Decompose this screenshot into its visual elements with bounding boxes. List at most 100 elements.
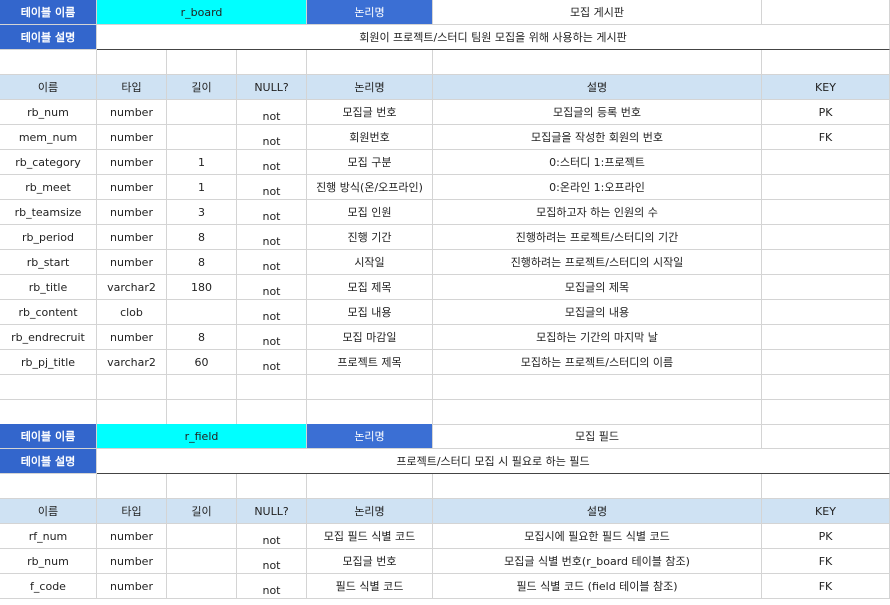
cell-desc[interactable]: 모집글의 내용 (433, 300, 762, 325)
cell-null[interactable]: not (237, 250, 307, 275)
cell-name[interactable]: rb_num (0, 549, 97, 574)
cell-logical[interactable]: 회원번호 (307, 125, 433, 150)
cell-type[interactable]: number (97, 175, 167, 200)
cell-length[interactable] (167, 549, 237, 574)
cell-name[interactable]: rb_start (0, 250, 97, 275)
logical-name-value[interactable]: 모집 게시판 (433, 0, 762, 25)
cell-null[interactable]: not (237, 150, 307, 175)
cell-length[interactable] (167, 300, 237, 325)
cell-type[interactable]: number (97, 125, 167, 150)
cell-length[interactable] (167, 125, 237, 150)
cell-type[interactable]: number (97, 574, 167, 599)
cell-logical[interactable]: 모집글 번호 (307, 549, 433, 574)
cell-null[interactable]: not (237, 524, 307, 549)
cell-desc[interactable]: 모집글의 제목 (433, 275, 762, 300)
cell-type[interactable]: number (97, 325, 167, 350)
cell-key[interactable] (762, 300, 890, 325)
cell-name[interactable]: rb_category (0, 150, 97, 175)
cell-type[interactable]: number (97, 100, 167, 125)
cell-name[interactable]: rb_teamsize (0, 200, 97, 225)
cell-null[interactable]: not (237, 275, 307, 300)
cell-name[interactable]: rb_endrecruit (0, 325, 97, 350)
cell-length[interactable]: 8 (167, 325, 237, 350)
cell-logical[interactable]: 진행 기간 (307, 225, 433, 250)
cell-key[interactable] (762, 200, 890, 225)
empty-cell[interactable] (762, 0, 890, 25)
cell-desc[interactable]: 모집하는 기간의 마지막 날 (433, 325, 762, 350)
cell-desc[interactable]: 모집글을 작성한 회원의 번호 (433, 125, 762, 150)
cell-logical[interactable]: 필드 식별 코드 (307, 574, 433, 599)
cell-name[interactable]: rb_content (0, 300, 97, 325)
table-desc-value[interactable]: 회원이 프로젝트/스터디 팀원 모집을 위해 사용하는 게시판 (97, 25, 890, 50)
cell-length[interactable] (167, 574, 237, 599)
cell-length[interactable] (167, 524, 237, 549)
cell-desc[interactable]: 모집하는 프로젝트/스터디의 이름 (433, 350, 762, 375)
cell-length[interactable]: 8 (167, 250, 237, 275)
cell-desc[interactable]: 진행하려는 프로젝트/스터디의 시작일 (433, 250, 762, 275)
cell-name[interactable]: rb_pj_title (0, 350, 97, 375)
cell-logical[interactable]: 모집 내용 (307, 300, 433, 325)
cell-key[interactable] (762, 175, 890, 200)
cell-null[interactable]: not (237, 225, 307, 250)
cell-type[interactable]: clob (97, 300, 167, 325)
cell-type[interactable]: varchar2 (97, 350, 167, 375)
cell-type[interactable]: number (97, 225, 167, 250)
cell-type[interactable]: varchar2 (97, 275, 167, 300)
cell-name[interactable]: rb_num (0, 100, 97, 125)
cell-null[interactable]: not (237, 100, 307, 125)
cell-key[interactable]: PK (762, 100, 890, 125)
cell-logical[interactable]: 모집글 번호 (307, 100, 433, 125)
cell-key[interactable] (762, 225, 890, 250)
cell-name[interactable]: f_code (0, 574, 97, 599)
cell-name[interactable]: rb_meet (0, 175, 97, 200)
cell-null[interactable]: not (237, 549, 307, 574)
cell-type[interactable]: number (97, 250, 167, 275)
cell-type[interactable]: number (97, 549, 167, 574)
cell-length[interactable]: 180 (167, 275, 237, 300)
cell-type[interactable]: number (97, 200, 167, 225)
cell-length[interactable]: 8 (167, 225, 237, 250)
cell-logical[interactable]: 모집 제목 (307, 275, 433, 300)
cell-desc[interactable]: 진행하려는 프로젝트/스터디의 기간 (433, 225, 762, 250)
cell-null[interactable]: not (237, 175, 307, 200)
cell-logical[interactable]: 진행 방식(온/오프라인) (307, 175, 433, 200)
cell-key[interactable] (762, 325, 890, 350)
cell-length[interactable]: 1 (167, 175, 237, 200)
cell-name[interactable]: rf_num (0, 524, 97, 549)
cell-desc[interactable]: 0:온라인 1:오프라인 (433, 175, 762, 200)
cell-null[interactable]: not (237, 200, 307, 225)
cell-logical[interactable]: 모집 필드 식별 코드 (307, 524, 433, 549)
cell-logical[interactable]: 모집 마감일 (307, 325, 433, 350)
cell-desc[interactable]: 0:스터디 1:프로젝트 (433, 150, 762, 175)
cell-desc[interactable]: 모집글의 등록 번호 (433, 100, 762, 125)
table-name-value[interactable]: r_board (97, 0, 307, 25)
cell-logical[interactable]: 프로젝트 제목 (307, 350, 433, 375)
cell-key[interactable] (762, 150, 890, 175)
cell-desc[interactable]: 모집시에 필요한 필드 식별 코드 (433, 524, 762, 549)
cell-name[interactable]: rb_title (0, 275, 97, 300)
cell-key[interactable] (762, 275, 890, 300)
cell-logical[interactable]: 시작일 (307, 250, 433, 275)
table-name-value[interactable]: r_field (97, 424, 307, 449)
cell-length[interactable]: 1 (167, 150, 237, 175)
cell-key[interactable]: FK (762, 549, 890, 574)
cell-desc[interactable]: 필드 식별 코드 (field 테이블 참조) (433, 574, 762, 599)
cell-key[interactable]: FK (762, 125, 890, 150)
cell-key[interactable]: FK (762, 574, 890, 599)
cell-null[interactable]: not (237, 574, 307, 599)
cell-desc[interactable]: 모집하고자 하는 인원의 수 (433, 200, 762, 225)
cell-null[interactable]: not (237, 350, 307, 375)
cell-type[interactable]: number (97, 150, 167, 175)
cell-key[interactable] (762, 350, 890, 375)
empty-cell[interactable] (762, 424, 890, 449)
cell-null[interactable]: not (237, 125, 307, 150)
cell-type[interactable]: number (97, 524, 167, 549)
cell-name[interactable]: mem_num (0, 125, 97, 150)
cell-length[interactable] (167, 100, 237, 125)
cell-key[interactable] (762, 250, 890, 275)
logical-name-value[interactable]: 모집 필드 (433, 424, 762, 449)
cell-null[interactable]: not (237, 300, 307, 325)
cell-length[interactable]: 60 (167, 350, 237, 375)
cell-length[interactable]: 3 (167, 200, 237, 225)
cell-null[interactable]: not (237, 325, 307, 350)
